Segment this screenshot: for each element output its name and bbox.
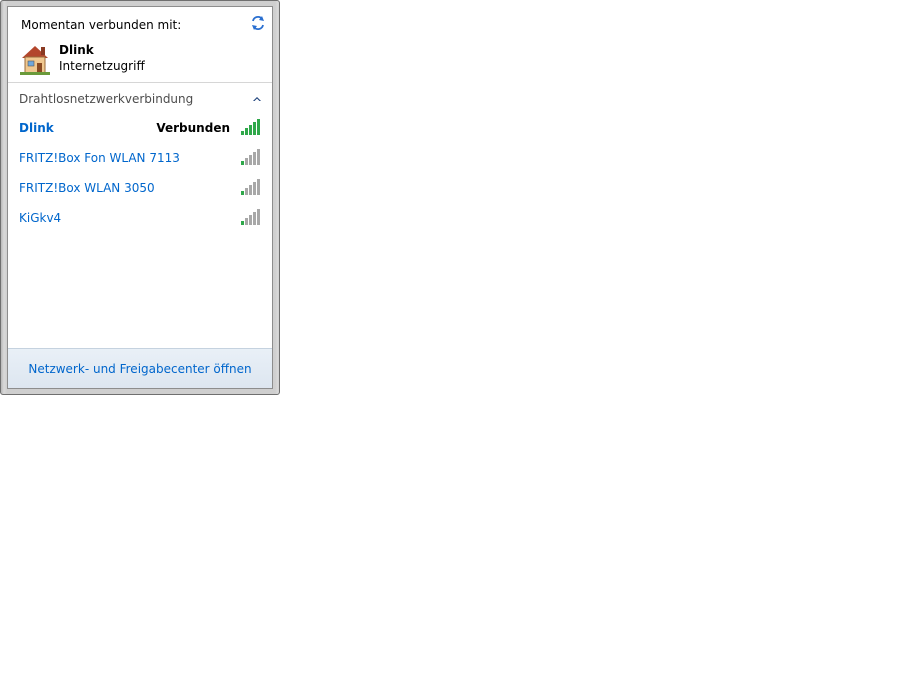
signal-weak-icon (241, 209, 260, 225)
signal-strong-green-icon (241, 119, 260, 135)
home-network-icon (20, 46, 50, 75)
network-item[interactable]: Dlink Verbunden (8, 115, 272, 141)
signal-weak-icon (241, 179, 260, 195)
footer-bar: Netzwerk- und Freigabecenter öffnen (8, 348, 272, 388)
chevron-up-icon[interactable] (253, 96, 261, 102)
connected-network-name: Dlink (59, 43, 94, 57)
refresh-icon[interactable] (250, 15, 266, 31)
network-state: Verbunden (156, 121, 230, 135)
network-flyout: Momentan verbunden mit: Dlink Internetzu… (0, 0, 280, 395)
network-name: KiGkv4 (19, 211, 62, 225)
divider (8, 82, 272, 83)
connected-to-label: Momentan verbunden mit: (21, 18, 182, 32)
signal-weak-icon (241, 149, 260, 165)
network-name: Dlink (19, 121, 54, 135)
network-item[interactable]: KiGkv4 (8, 205, 272, 231)
wireless-section-header[interactable]: Drahtlosnetzwerkverbindung (19, 92, 193, 106)
network-name: FRITZ!Box WLAN 3050 (19, 181, 155, 195)
network-item[interactable]: FRITZ!Box WLAN 3050 (8, 175, 272, 201)
connection-access-status: Internetzugriff (59, 59, 145, 73)
network-sharing-center-link[interactable]: Netzwerk- und Freigabecenter öffnen (8, 362, 272, 376)
network-name: FRITZ!Box Fon WLAN 7113 (19, 151, 180, 165)
network-item[interactable]: FRITZ!Box Fon WLAN 7113 (8, 145, 272, 171)
flyout-panel: Momentan verbunden mit: Dlink Internetzu… (7, 6, 273, 389)
